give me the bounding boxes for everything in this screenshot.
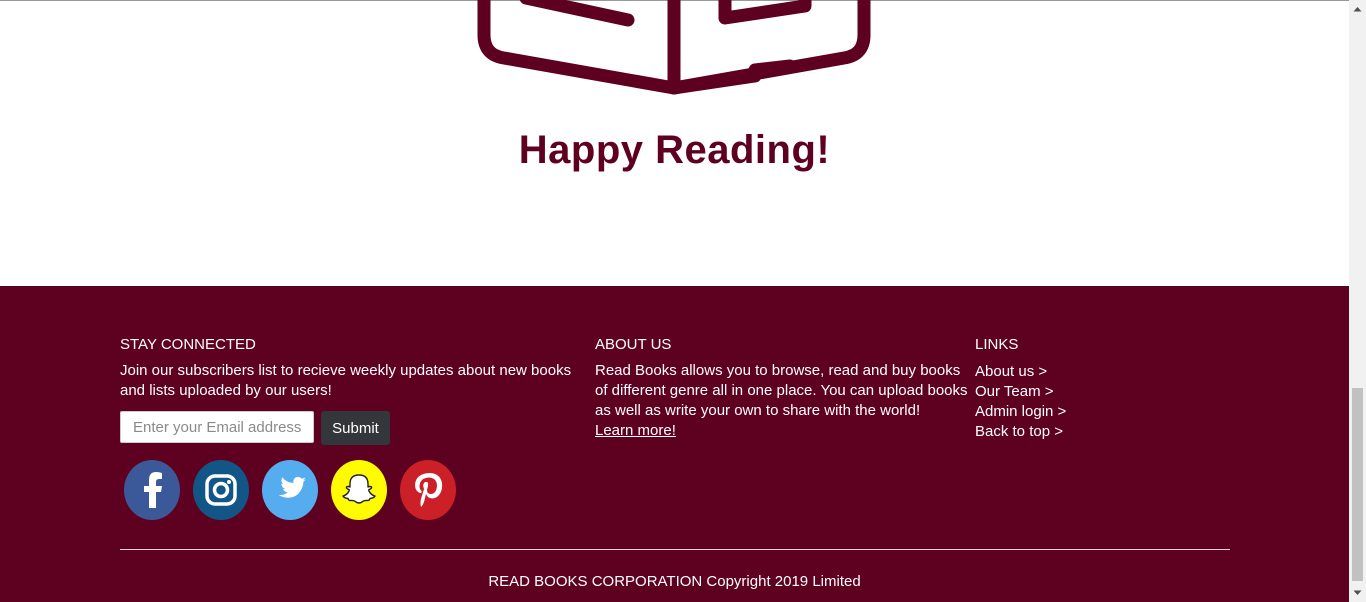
email-input[interactable] xyxy=(120,411,314,443)
admin-login-link[interactable]: Admin login > xyxy=(975,403,1066,420)
our-team-link[interactable]: Our Team > xyxy=(975,383,1054,400)
pinterest-icon[interactable] xyxy=(400,460,456,520)
learn-more-link[interactable]: Learn more! xyxy=(595,421,676,441)
about-text-line-3: as well as write your own to share with … xyxy=(595,402,921,419)
subscribe-text-line-1: Join our subscribers list to recieve wee… xyxy=(120,362,572,379)
scroll-down-arrow-icon[interactable] xyxy=(1352,588,1363,598)
submit-button[interactable]: Submit xyxy=(321,411,390,445)
stay-connected-title: STAY CONNECTED xyxy=(120,336,256,353)
page-title: Happy Reading! xyxy=(518,128,831,172)
site-footer: STAY CONNECTED Join our subscribers list… xyxy=(0,286,1349,602)
copyright-text: READ BOOKS CORPORATION Copyright 2019 Li… xyxy=(488,573,861,590)
instagram-icon[interactable] xyxy=(193,460,249,520)
facebook-icon[interactable] xyxy=(124,460,180,520)
about-text-line-1: Read Books allows you to browse, read an… xyxy=(595,362,961,379)
scrollbar-thumb[interactable] xyxy=(1352,388,1363,581)
open-book-icon xyxy=(477,0,871,95)
snapchat-icon[interactable] xyxy=(331,460,387,520)
twitter-icon[interactable] xyxy=(262,460,318,520)
back-to-top-link[interactable]: Back to top > xyxy=(975,423,1063,440)
page: Happy Reading! STAY CONNECTED Join our s… xyxy=(0,0,1349,602)
footer-divider xyxy=(120,549,1230,550)
scroll-up-arrow-icon[interactable] xyxy=(1352,4,1363,14)
about-us-link[interactable]: About us > xyxy=(975,363,1047,380)
subscribe-text-line-2: and lists uploaded by our users! xyxy=(120,382,332,399)
links-title: LINKS xyxy=(975,336,1019,353)
about-text-line-2: of different genre all in one place. You… xyxy=(595,382,968,399)
about-us-title: ABOUT US xyxy=(595,336,672,353)
